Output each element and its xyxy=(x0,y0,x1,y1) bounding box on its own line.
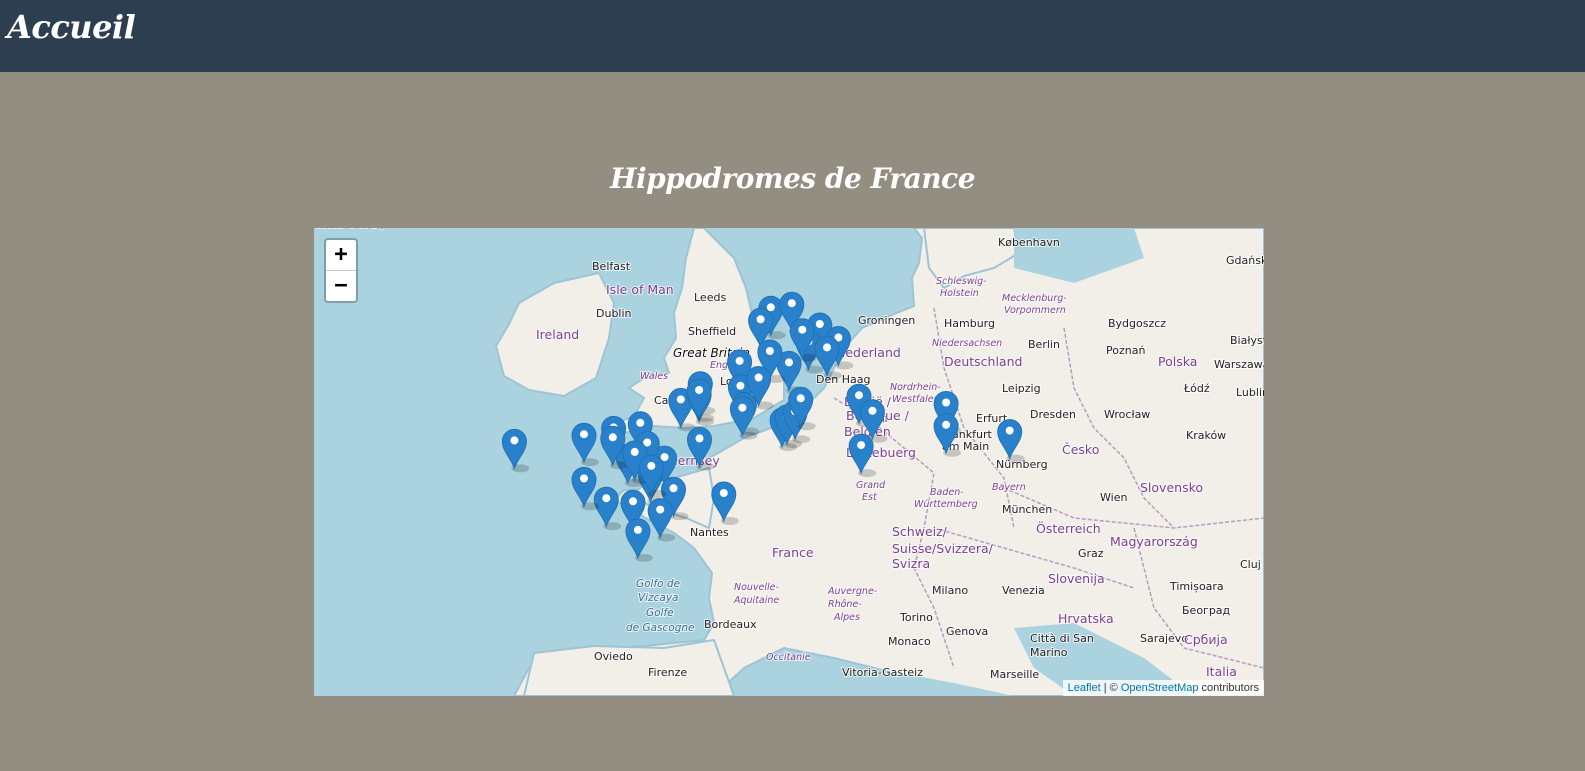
place-label: Lublin xyxy=(1236,386,1264,399)
place-label: Österreich xyxy=(1036,520,1101,536)
map-container[interactable]: KøbenhavnGdańskКалининградBelfastIsle of… xyxy=(314,228,1264,696)
place-label: Bydgoszcz xyxy=(1108,317,1166,330)
place-label: Vizcaya xyxy=(638,592,678,604)
hippodrome-marker[interactable] xyxy=(571,466,599,511)
place-label: Slovenija xyxy=(1048,571,1105,586)
place-label: Leipzig xyxy=(1002,382,1041,395)
place-label: Groningen xyxy=(858,314,915,327)
place-label: Nantes xyxy=(690,526,729,539)
place-label: Niedersachsen xyxy=(932,338,1002,349)
place-label: Crna Gora / xyxy=(314,228,386,231)
land-iberia xyxy=(522,638,736,696)
place-label: Warszawa xyxy=(1214,358,1264,371)
place-label: Wrocław xyxy=(1104,408,1150,421)
place-label: Mecklenburg- xyxy=(1002,293,1067,304)
place-label: Venezia xyxy=(1002,584,1045,597)
place-label: Auvergne- xyxy=(827,586,878,597)
home-link[interactable]: Accueil xyxy=(7,8,136,46)
place-label: Italia xyxy=(1206,664,1237,679)
place-label: Svizra xyxy=(892,556,930,571)
place-label: Vitoria-Gasteiz xyxy=(842,666,923,679)
place-label: Wales xyxy=(640,371,668,382)
place-label: Isle of Man xyxy=(606,282,674,297)
hippodrome-marker[interactable] xyxy=(593,486,622,531)
map-tiles[interactable]: KøbenhavnGdańskКалининградBelfastIsle of… xyxy=(314,228,1264,696)
place-label: Monaco xyxy=(888,635,931,648)
hippodrome-marker[interactable] xyxy=(625,518,653,562)
place-label: Torino xyxy=(899,611,933,624)
place-label: Sarajevo xyxy=(1140,632,1188,645)
place-label: Białystok xyxy=(1230,334,1264,347)
place-label: Deutschland xyxy=(944,354,1022,369)
page-title: Hippodromes de France xyxy=(609,162,976,195)
place-label: Sheffield xyxy=(688,325,736,338)
place-label: Србија xyxy=(1184,632,1228,647)
place-label: München xyxy=(1002,503,1052,516)
place-label: Slovensko xyxy=(1140,480,1203,495)
hippodrome-marker[interactable] xyxy=(571,422,599,467)
place-label: Ireland xyxy=(536,327,579,342)
place-label: Marino xyxy=(1030,646,1068,659)
attribution-separator: | © xyxy=(1100,682,1121,694)
place-label: Dublin xyxy=(596,307,632,320)
zoom-in-button[interactable]: + xyxy=(326,240,356,270)
place-label: France xyxy=(772,545,814,560)
place-label: Belfast xyxy=(592,260,631,273)
place-label: Bordeaux xyxy=(704,618,757,631)
place-label: Württemberg xyxy=(914,499,978,510)
place-label: Wien xyxy=(1100,491,1127,504)
place-label: Łódź xyxy=(1183,382,1210,395)
place-label: Bayern xyxy=(992,482,1026,493)
place-label: Marseille xyxy=(990,668,1039,681)
place-label: Poznań xyxy=(1106,344,1145,357)
place-label: Hamburg xyxy=(944,317,995,330)
place-label: Suisse/Svizzera/ xyxy=(892,541,994,556)
place-label: Golfe xyxy=(646,607,674,619)
place-label: Timișoara xyxy=(1169,580,1224,593)
place-label: Grand xyxy=(856,480,886,491)
place-label: Golfo de xyxy=(636,578,680,590)
place-label: Dresden xyxy=(1030,408,1076,421)
map-attribution: Leaflet | © OpenStreetMap contributors xyxy=(1062,680,1264,696)
place-label: Milano xyxy=(932,584,968,597)
place-label: Vorpommern xyxy=(1004,305,1066,316)
place-label: Oviedo xyxy=(594,650,633,663)
place-label: Occitanie xyxy=(766,652,811,663)
place-label: Cluj xyxy=(1240,558,1261,571)
place-label: Rhône- xyxy=(828,599,862,610)
place-label: Firenze xyxy=(648,666,687,679)
place-label: Leeds xyxy=(694,291,726,304)
place-label: Nordrhein- xyxy=(890,382,941,393)
leaflet-link[interactable]: Leaflet xyxy=(1068,682,1101,694)
hippodrome-marker[interactable] xyxy=(501,428,530,473)
place-label: Graz xyxy=(1078,547,1104,560)
place-label: København xyxy=(998,236,1060,249)
place-label: Baden- xyxy=(930,487,964,498)
place-label: Aquitaine xyxy=(733,595,779,606)
place-label: de Gascogne xyxy=(626,622,694,634)
attribution-suffix: contributors xyxy=(1198,682,1259,694)
place-label: Magyarország xyxy=(1110,534,1198,549)
place-label: Città di San xyxy=(1030,632,1094,645)
osm-link[interactable]: OpenStreetMap xyxy=(1121,682,1199,694)
place-label: Polska xyxy=(1158,354,1197,369)
place-label: Nouvelle- xyxy=(734,582,780,593)
place-label: Gdańsk xyxy=(1226,254,1264,267)
place-label: Česko xyxy=(1062,442,1099,457)
place-label: Est xyxy=(862,492,878,503)
place-label: Schweiz/ xyxy=(892,524,948,539)
place-label: Kraków xyxy=(1186,429,1226,442)
place-label: Holstein xyxy=(940,288,979,299)
zoom-out-button[interactable]: − xyxy=(326,270,356,301)
place-label: Genova xyxy=(946,625,988,638)
place-label: Berlin xyxy=(1028,338,1060,351)
place-label: Београд xyxy=(1182,604,1231,617)
place-label: Hrvatska xyxy=(1058,611,1114,626)
place-label: Alpes xyxy=(833,612,860,623)
top-navbar: Accueil xyxy=(0,0,1585,72)
zoom-control: + − xyxy=(324,238,358,303)
place-label: Schleswig- xyxy=(936,276,987,287)
place-label: Westfalen xyxy=(892,394,940,405)
